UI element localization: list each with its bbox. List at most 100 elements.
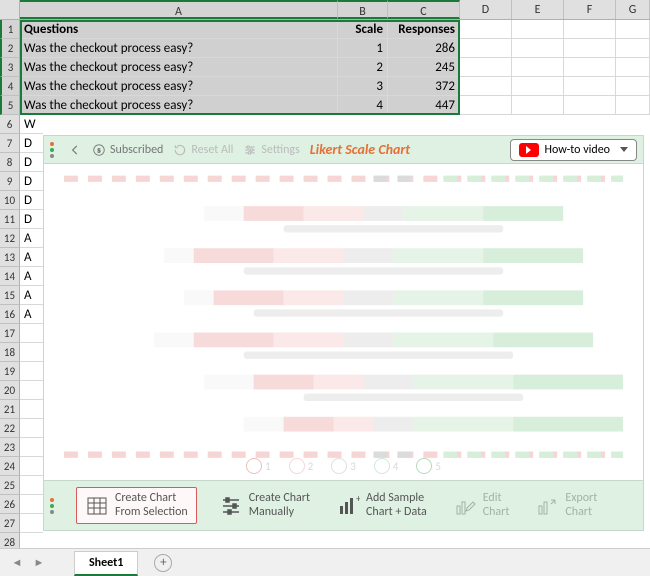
row-header[interactable]: 8 xyxy=(0,153,20,172)
row-header[interactable]: 3 xyxy=(0,58,20,77)
cell[interactable] xyxy=(20,438,43,457)
row-header[interactable]: 13 xyxy=(0,248,20,267)
row-header[interactable]: 12 xyxy=(0,229,20,248)
drag-handle-icon[interactable] xyxy=(50,498,58,514)
row-header[interactable]: 21 xyxy=(0,400,20,419)
cell[interactable] xyxy=(20,457,43,476)
cell[interactable] xyxy=(512,77,564,96)
cell[interactable]: D xyxy=(20,172,43,191)
row-header[interactable]: 11 xyxy=(0,210,20,229)
cell[interactable]: A xyxy=(20,286,43,305)
cell[interactable] xyxy=(564,20,616,39)
cell[interactable] xyxy=(616,96,650,115)
cell[interactable] xyxy=(20,514,43,533)
col-header-A[interactable]: A xyxy=(20,0,338,19)
row-header[interactable]: 23 xyxy=(0,438,20,457)
select-all-corner[interactable] xyxy=(0,0,20,19)
row-header[interactable]: 20 xyxy=(0,381,20,400)
add-sheet-button[interactable]: + xyxy=(154,554,172,572)
row-header[interactable]: 17 xyxy=(0,324,20,343)
create-chart-selection-button[interactable]: Create Chart From Selection xyxy=(76,487,197,523)
cell[interactable] xyxy=(20,324,43,343)
cell[interactable] xyxy=(564,77,616,96)
cell[interactable] xyxy=(20,476,43,495)
cell[interactable]: 4 xyxy=(338,96,388,115)
cell[interactable]: Was the checkout process easy? xyxy=(20,96,338,115)
cell[interactable] xyxy=(20,381,43,400)
cell[interactable]: Was the checkout process easy? xyxy=(20,77,338,96)
cell[interactable] xyxy=(512,20,564,39)
export-chart-button[interactable]: Export Chart xyxy=(531,490,601,520)
cell[interactable]: 245 xyxy=(388,58,460,77)
row-header[interactable]: 27 xyxy=(0,514,20,533)
row-header[interactable]: 7 xyxy=(0,134,20,153)
row-header[interactable]: 10 xyxy=(0,191,20,210)
edit-chart-button[interactable]: Edit Chart xyxy=(449,490,514,520)
col-header-G[interactable]: G xyxy=(616,0,650,19)
col-header-B[interactable]: B xyxy=(338,0,388,19)
cell[interactable]: 286 xyxy=(388,39,460,58)
howto-video-button[interactable]: How-to video xyxy=(510,139,637,161)
drag-handle-icon[interactable] xyxy=(50,142,58,158)
cell[interactable]: 2 xyxy=(338,58,388,77)
cell[interactable]: Was the checkout process easy? xyxy=(20,58,338,77)
cell[interactable]: 1 xyxy=(338,39,388,58)
row-header[interactable]: 19 xyxy=(0,362,20,381)
cell[interactable] xyxy=(460,39,512,58)
cell[interactable] xyxy=(20,362,43,381)
row-header[interactable]: 9 xyxy=(0,172,20,191)
row-header[interactable]: 18 xyxy=(0,343,20,362)
cell[interactable]: Responses xyxy=(388,20,460,39)
row-header[interactable]: 15 xyxy=(0,286,20,305)
col-header-C[interactable]: C xyxy=(388,0,460,19)
cell[interactable] xyxy=(20,419,43,438)
cell[interactable]: Scale xyxy=(338,20,388,39)
cell[interactable] xyxy=(564,39,616,58)
cell[interactable]: Was the checkout process easy? xyxy=(20,39,338,58)
cell[interactable]: A xyxy=(20,229,43,248)
row-header[interactable]: 26 xyxy=(0,495,20,514)
add-sample-button[interactable]: + Add Sample Chart + Data xyxy=(332,490,431,520)
cell[interactable] xyxy=(460,20,512,39)
row-header[interactable]: 1 xyxy=(0,20,20,39)
cell[interactable] xyxy=(616,58,650,77)
cell[interactable]: 3 xyxy=(338,77,388,96)
row-header[interactable]: 6 xyxy=(0,115,20,134)
settings-button[interactable]: Settings xyxy=(243,143,299,157)
cell[interactable] xyxy=(564,96,616,115)
cell[interactable]: D xyxy=(20,134,43,153)
cell[interactable]: 372 xyxy=(388,77,460,96)
cell[interactable]: A xyxy=(20,248,43,267)
cell[interactable] xyxy=(460,77,512,96)
cell[interactable]: Questions xyxy=(20,20,338,39)
reset-button[interactable]: Reset All xyxy=(173,143,233,157)
sheet-tab[interactable]: Sheet1 xyxy=(74,551,138,576)
row-header[interactable]: 25 xyxy=(0,476,20,495)
cell[interactable]: D xyxy=(20,191,43,210)
subscribed-button[interactable]: S Subscribed xyxy=(92,143,163,157)
cell[interactable]: A xyxy=(20,305,43,324)
cell[interactable] xyxy=(512,96,564,115)
cell[interactable]: D xyxy=(20,153,43,172)
row-header[interactable]: 14 xyxy=(0,267,20,286)
cell[interactable] xyxy=(512,39,564,58)
cell[interactable] xyxy=(564,58,616,77)
cell[interactable] xyxy=(616,77,650,96)
tab-nav-next[interactable]: ► xyxy=(32,556,46,569)
cell[interactable] xyxy=(460,96,512,115)
tab-nav-prev[interactable]: ◄ xyxy=(10,556,24,569)
row-header[interactable]: 22 xyxy=(0,419,20,438)
row-header[interactable]: 24 xyxy=(0,457,20,476)
row-header[interactable]: 5 xyxy=(0,96,20,115)
cell[interactable] xyxy=(20,343,43,362)
cell[interactable] xyxy=(460,58,512,77)
cell[interactable]: D xyxy=(20,210,43,229)
cell[interactable] xyxy=(20,400,43,419)
cell[interactable]: W xyxy=(20,115,43,134)
row-header[interactable]: 4 xyxy=(0,77,20,96)
back-button[interactable] xyxy=(68,143,82,157)
col-header-D[interactable]: D xyxy=(460,0,512,19)
row-header[interactable]: 16 xyxy=(0,305,20,324)
cell[interactable]: A xyxy=(20,267,43,286)
cell[interactable] xyxy=(20,495,43,514)
